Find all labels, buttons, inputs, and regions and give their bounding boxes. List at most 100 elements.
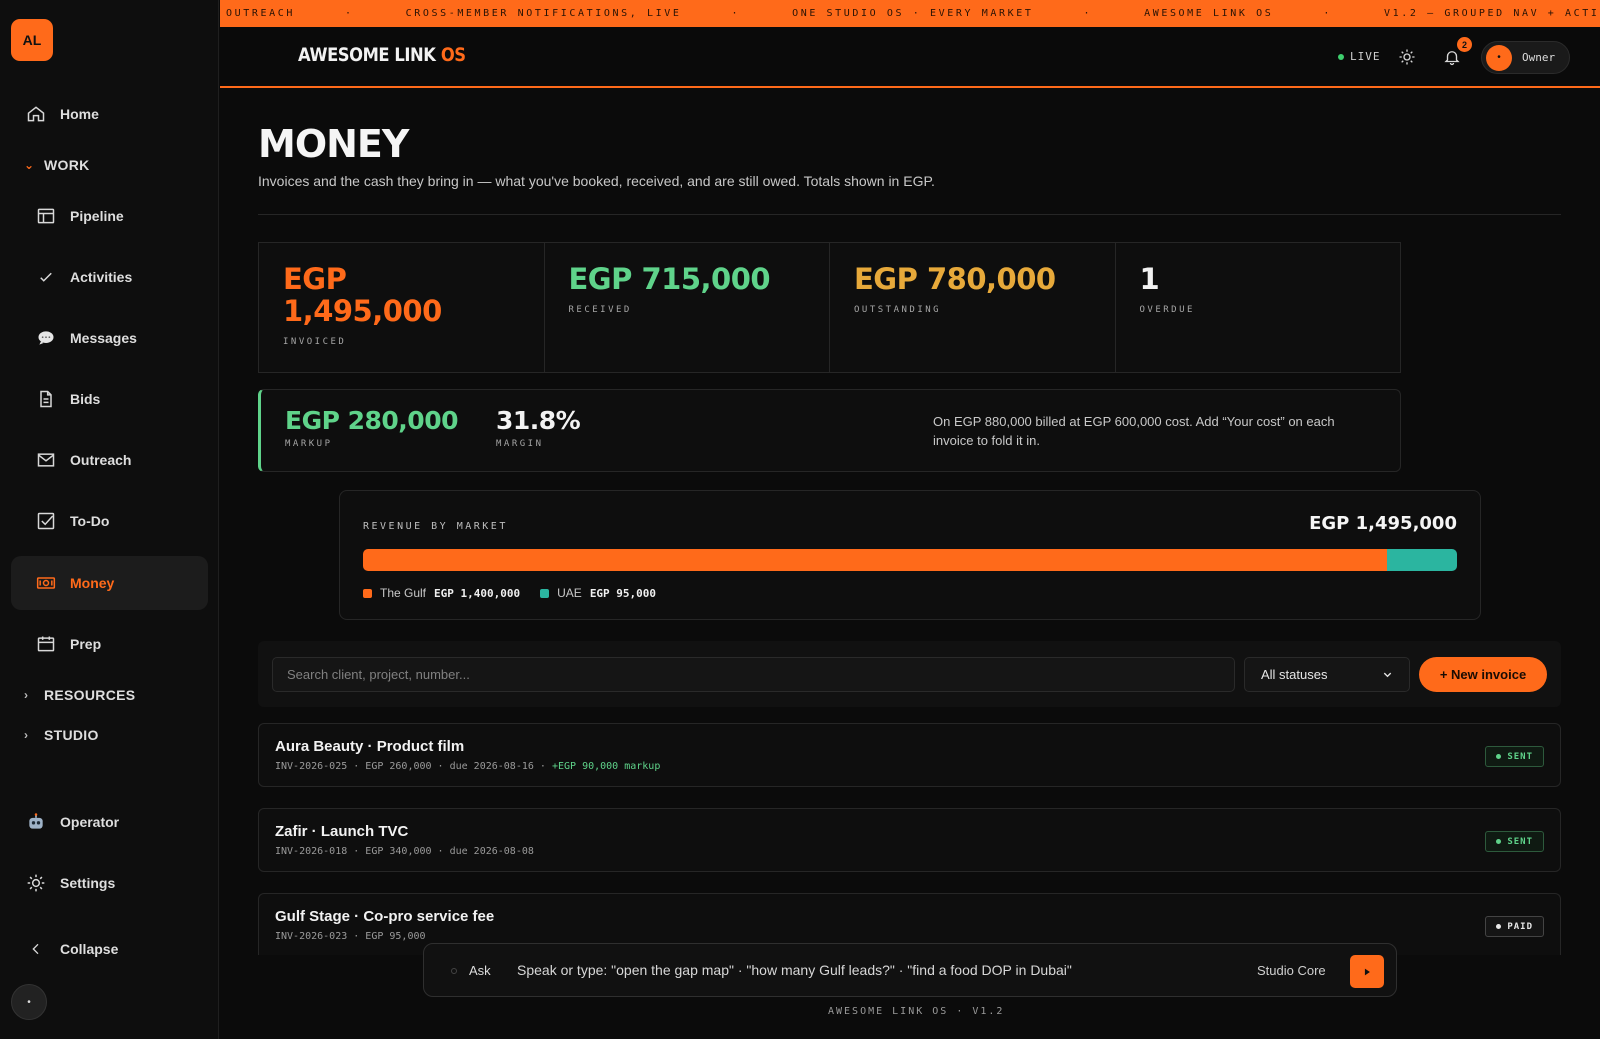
status-badge-label: SENT [1507, 751, 1533, 762]
revenue-bar-segment-0 [363, 549, 1388, 571]
chevron-down-icon: ⌄ [24, 158, 35, 172]
sidebar-item-money[interactable]: Money [11, 556, 208, 610]
sidebar-item-prep[interactable]: Prep [11, 617, 208, 671]
gear-icon [25, 872, 47, 894]
model-selector[interactable]: Studio Core [1257, 963, 1326, 978]
new-invoice-button[interactable]: + New invoice [1419, 657, 1547, 692]
speech-bubble-icon [35, 327, 57, 349]
ticker-item: CROSS-MEMBER NOTIFICATIONS, LIVE [405, 8, 682, 19]
app-root: AL Home ⌄ WORK Pipeline Activities Messa… [0, 0, 1600, 1039]
legend-market-name: UAE [557, 586, 582, 600]
chevron-right-icon: › [24, 728, 29, 742]
sidebar-item-home[interactable]: Home [11, 87, 208, 141]
invoice-title: Aura Beauty · Product film [275, 738, 465, 755]
revenue-bar-segment-1 [1387, 549, 1457, 571]
ask-input[interactable]: Speak or type: "open the gap map" · "how… [517, 962, 1072, 978]
status-badge-label: SENT [1507, 836, 1533, 847]
calendar-icon [35, 633, 57, 655]
markup-label: MARKUP [285, 439, 333, 449]
brand-os: OS [440, 44, 466, 66]
notifications-button[interactable]: 2 [1440, 37, 1472, 69]
user-avatar[interactable]: • [11, 984, 47, 1020]
notification-count-badge: 2 [1457, 37, 1472, 52]
live-dot-icon [1338, 53, 1344, 60]
status-filter-select[interactable]: All statuses [1244, 657, 1410, 692]
markup-summary: EGP 280,000 MARKUP 31.8% MARGIN On EGP 8… [258, 389, 1401, 472]
legend-market-amount: EGP 1,400,000 [434, 586, 521, 600]
kpi-received: EGP 715,000 RECEIVED [545, 243, 830, 372]
checkbox-icon [35, 510, 57, 532]
sidebar-item-outreach[interactable]: Outreach [11, 433, 208, 487]
kpi-outstanding: EGP 780,000 OUTSTANDING [830, 243, 1116, 372]
page-title: MONEY [258, 122, 409, 166]
chevron-down-icon [1383, 672, 1392, 678]
legend-market-amount: EGP 95,000 [589, 586, 657, 600]
status-badge: SENT [1485, 831, 1544, 852]
margin-block: 31.8% MARGIN [496, 406, 581, 449]
sidebar-item-label: Pipeline [70, 208, 124, 224]
theme-toggle-button[interactable] [1395, 45, 1419, 69]
search-input[interactable] [272, 657, 1235, 692]
sidebar-item-label: Home [60, 106, 99, 122]
chevron-right-icon: › [24, 688, 29, 702]
kpi-label: RECEIVED [568, 305, 632, 315]
header-divider [258, 214, 1561, 215]
kpi-summary: EGP 1,495,000 INVOICED EGP 715,000 RECEI… [258, 242, 1401, 373]
nav-group-label: STUDIO [44, 727, 99, 743]
invoice-meta-text: INV-2026-018 · EGP 340,000 · due 2026-08… [275, 846, 534, 857]
command-ask-bar[interactable]: Ask Speak or type: "open the gap map" · … [423, 943, 1397, 997]
ask-label: Ask [469, 963, 491, 978]
kpi-value: EGP 780,000 [854, 262, 1056, 296]
mail-icon [35, 449, 57, 471]
status-badge: SENT [1485, 746, 1544, 767]
nav-group-work[interactable]: ⌄ WORK [24, 157, 90, 173]
brand-wordmark[interactable]: AWESOME LINK OS [298, 44, 466, 66]
kpi-overdue[interactable]: 1 OVERDUE [1116, 243, 1401, 372]
sidebar-item-label: Collapse [60, 941, 119, 957]
sidebar-item-bids[interactable]: Bids [11, 372, 208, 426]
chevron-left-icon [25, 938, 47, 960]
revenue-total: EGP 1,495,000 [1309, 513, 1457, 534]
sidebar-item-label: Outreach [70, 452, 132, 468]
announcement-ticker: OUTREACH · CROSS-MEMBER NOTIFICATIONS, LI… [220, 0, 1600, 27]
nav-group-resources[interactable]: › RESOURCES [24, 687, 135, 703]
invoice-row[interactable]: Aura Beauty · Product film INV-2026-025 … [258, 723, 1561, 787]
send-button[interactable] [1350, 955, 1384, 988]
revenue-stacked-bar [363, 549, 1457, 571]
sidebar-item-label: Messages [70, 330, 137, 346]
sidebar-item-label: Bids [70, 391, 101, 407]
sidebar-item-messages[interactable]: Messages [11, 311, 208, 365]
nav-group-label: WORK [44, 157, 90, 173]
nav-group-label: RESOURCES [44, 687, 136, 703]
margin-value: 31.8% [496, 406, 581, 435]
nav-group-studio[interactable]: › STUDIO [24, 727, 99, 743]
invoice-markup: +EGP 90,000 markup [551, 761, 661, 772]
sidebar-item-operator[interactable]: Operator [11, 795, 208, 849]
sidebar-item-settings[interactable]: Settings [11, 856, 208, 910]
sidebar-item-label: Money [70, 575, 115, 591]
kpi-label: OVERDUE [1139, 305, 1195, 315]
brand-main: AWESOME LINK [298, 44, 436, 66]
cash-icon [35, 572, 57, 594]
invoice-meta: INV-2026-023 · EGP 95,000 [275, 931, 426, 942]
footer-version: AWESOME LINK OS · V1.2 [828, 1006, 1005, 1017]
sidebar-item-pipeline[interactable]: Pipeline [11, 189, 208, 243]
invoice-meta: INV-2026-025 · EGP 260,000 · due 2026-08… [275, 761, 660, 772]
invoice-meta: INV-2026-018 · EGP 340,000 · due 2026-08… [275, 846, 534, 857]
ticker-item: V1.2 — GROUPED NAV + ACTI [1384, 8, 1600, 19]
app-logo[interactable]: AL [11, 19, 53, 61]
revenue-by-market: REVENUE BY MARKET EGP 1,495,000 The Gulf… [339, 490, 1481, 620]
account-menu-button[interactable]: • Owner [1481, 41, 1570, 74]
sidebar-collapse-button[interactable]: Collapse [11, 922, 208, 976]
sidebar-item-todo[interactable]: To-Do [11, 494, 208, 548]
legend-market-name: The Gulf [380, 586, 427, 600]
ticker-item: AWESOME LINK OS [1144, 8, 1274, 19]
sidebar-item-label: Activities [70, 269, 133, 285]
status-dot-icon [1496, 754, 1502, 759]
invoice-row[interactable]: Zafir · Launch TVC INV-2026-018 · EGP 34… [258, 808, 1561, 872]
sidebar: AL Home ⌄ WORK Pipeline Activities Messa… [0, 0, 219, 1039]
sidebar-item-label: To-Do [70, 513, 110, 529]
ticker-item: OUTREACH [226, 8, 295, 19]
mic-dot-icon [451, 968, 457, 974]
sidebar-item-activities[interactable]: Activities [11, 250, 208, 304]
